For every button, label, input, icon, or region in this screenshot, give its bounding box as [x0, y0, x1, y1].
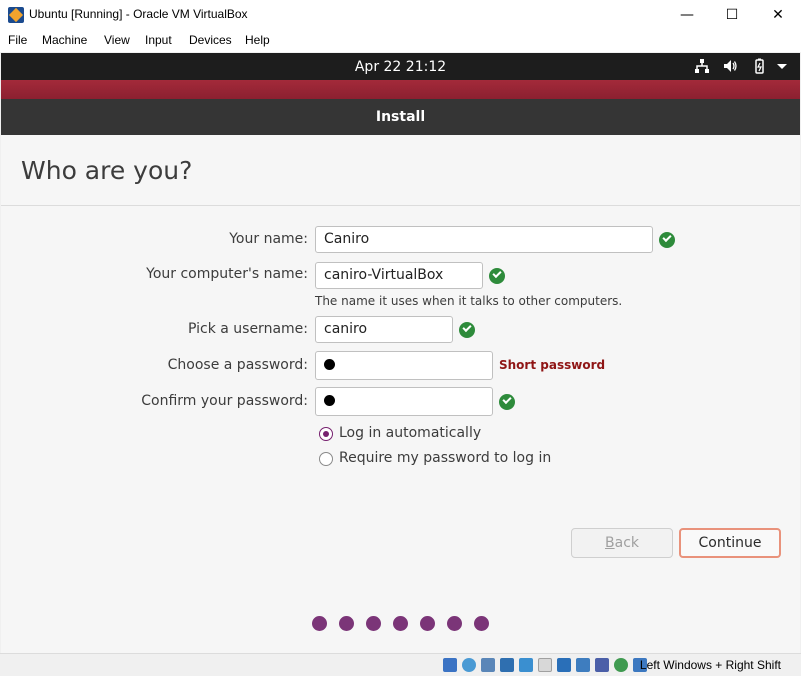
login-auto-label[interactable]: Log in automatically: [339, 425, 481, 441]
gnome-top-bar: Apr 22 21:12: [1, 53, 800, 80]
menu-input[interactable]: Input: [145, 33, 172, 47]
window-title: Ubuntu [Running] - Oracle VM VirtualBox: [29, 7, 248, 21]
confirm-password-label: Confirm your password:: [141, 393, 308, 409]
clock[interactable]: Apr 22 21:12: [1, 59, 800, 75]
maximize-button[interactable]: ☐: [709, 0, 755, 30]
menu-help[interactable]: Help: [245, 33, 270, 47]
computer-name-hint: The name it uses when it talks to other …: [315, 294, 623, 308]
password-mask-dot: [324, 358, 335, 370]
progress-step: [339, 616, 354, 631]
vbox-status-bar: Left Windows + Right Shift: [0, 653, 801, 676]
recording-icon[interactable]: [576, 658, 590, 672]
password-strength-warning: Short password: [499, 358, 606, 372]
installer-title: Install: [375, 109, 426, 125]
name-label: Your name:: [229, 231, 308, 247]
password-label: Choose a password:: [167, 357, 308, 373]
shared-folders-icon[interactable]: [538, 658, 552, 672]
computer-name-label: Your computer's name:: [146, 266, 308, 282]
confirm-password-field[interactable]: [315, 387, 493, 416]
menu-machine[interactable]: Machine: [42, 33, 87, 47]
volume-icon[interactable]: [722, 58, 738, 74]
login-require-password-label[interactable]: Require my password to log in: [339, 450, 551, 466]
mouse-integration-icon[interactable]: [614, 658, 628, 672]
menu-view[interactable]: View: [104, 33, 130, 47]
cpu-icon[interactable]: [595, 658, 609, 672]
menu-devices[interactable]: Devices: [189, 33, 232, 47]
progress-step: [420, 616, 435, 631]
minimize-button[interactable]: —: [664, 0, 710, 30]
installer-content: Who are you? Your name: Caniro Your comp…: [1, 135, 800, 653]
name-valid-check-icon: [659, 232, 675, 248]
display-icon[interactable]: [557, 658, 571, 672]
back-button[interactable]: Back: [571, 528, 673, 558]
username-valid-check-icon: [459, 322, 475, 338]
menu-file[interactable]: File: [8, 33, 27, 47]
divider: [1, 205, 800, 206]
network-adapter-icon[interactable]: [500, 658, 514, 672]
usb-icon[interactable]: [519, 658, 533, 672]
install-progress: [312, 616, 501, 635]
confirm-password-valid-check-icon: [499, 394, 515, 410]
close-button[interactable]: ✕: [755, 0, 801, 30]
progress-step: [393, 616, 408, 631]
installer-header: Install: [1, 99, 800, 135]
system-menu-arrow-icon[interactable]: [776, 58, 788, 74]
username-field[interactable]: caniro: [315, 316, 453, 343]
computer-name-valid-check-icon: [489, 268, 505, 284]
hard-disk-icon[interactable]: [443, 658, 457, 672]
virtualbox-icon: [8, 7, 24, 23]
progress-step: [474, 616, 489, 631]
progress-step: [366, 616, 381, 631]
username-label: Pick a username:: [187, 321, 308, 337]
computer-name-field[interactable]: caniro-VirtualBox: [315, 262, 483, 289]
progress-step: [312, 616, 327, 631]
login-auto-radio[interactable]: [319, 427, 333, 441]
host-key-label: Left Windows + Right Shift: [639, 658, 781, 672]
progress-step: [447, 616, 462, 631]
password-field[interactable]: [315, 351, 493, 380]
battery-icon[interactable]: [751, 58, 767, 74]
name-field[interactable]: Caniro: [315, 226, 653, 253]
confirm-password-mask-dot: [324, 394, 335, 406]
login-require-password-radio[interactable]: [319, 452, 333, 466]
page-title: Who are you?: [21, 156, 193, 185]
brand-strip: [1, 80, 800, 99]
menu-bar: File Machine View Input Devices Help: [0, 30, 801, 52]
optical-drive-icon[interactable]: [462, 658, 476, 672]
continue-button[interactable]: Continue: [679, 528, 781, 558]
network-icon[interactable]: [694, 58, 710, 74]
audio-icon[interactable]: [481, 658, 495, 672]
window-titlebar: Ubuntu [Running] - Oracle VM VirtualBox …: [0, 0, 801, 30]
